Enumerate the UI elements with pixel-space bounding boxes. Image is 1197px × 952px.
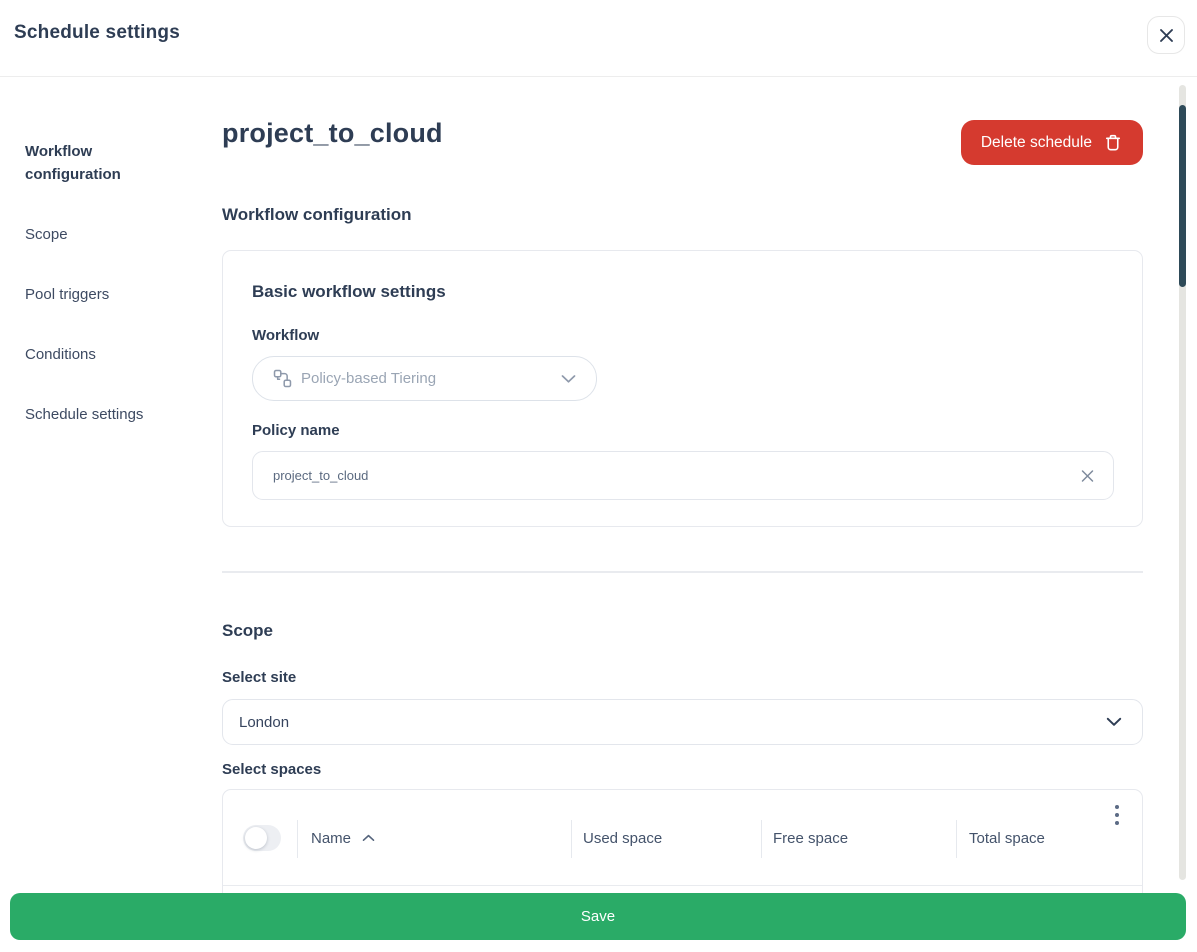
spaces-table: Name Used space Free space Total space xyxy=(222,789,1143,893)
spaces-table-header-row: Name Used space Free space Total space xyxy=(223,790,1142,886)
kebab-menu-icon[interactable] xyxy=(1106,798,1128,832)
save-button[interactable]: Save xyxy=(10,893,1186,940)
close-button[interactable] xyxy=(1147,16,1185,54)
workflow-icon xyxy=(273,369,292,388)
page-title-row: project_to_cloud Delete schedule xyxy=(222,118,1143,165)
workflow-configuration-heading: Workflow configuration xyxy=(222,205,412,225)
workflow-select-value: Policy-based Tiering xyxy=(301,370,436,387)
site-select[interactable]: London xyxy=(222,699,1143,745)
nav-item-workflow-configuration[interactable]: Workflow configuration xyxy=(0,140,185,186)
workflow-select[interactable]: Policy-based Tiering xyxy=(252,356,597,401)
column-divider xyxy=(956,820,957,858)
nav-item-conditions[interactable]: Conditions xyxy=(0,343,185,366)
card-heading: Basic workflow settings xyxy=(252,282,1113,302)
settings-nav: Workflow configuration Scope Pool trigge… xyxy=(0,77,210,426)
column-header-free-space[interactable]: Free space xyxy=(773,790,848,886)
chevron-down-icon xyxy=(1106,717,1122,727)
workflow-field-label: Workflow xyxy=(252,327,1113,344)
column-header-name-label: Name xyxy=(311,830,351,847)
basic-workflow-settings-card: Basic workflow settings Workflow Policy-… xyxy=(222,250,1143,527)
policy-name-field-label: Policy name xyxy=(252,422,1113,439)
chevron-down-icon xyxy=(561,374,576,383)
trash-icon xyxy=(1103,132,1123,153)
scrollbar-thumb[interactable] xyxy=(1179,105,1186,287)
scope-heading: Scope xyxy=(222,621,273,641)
site-select-value: London xyxy=(239,714,289,731)
schedule-settings-modal: Schedule settings Workflow configuration… xyxy=(0,0,1197,952)
modal-title: Schedule settings xyxy=(14,22,180,44)
clear-input-icon[interactable] xyxy=(1080,468,1095,483)
delete-schedule-button-label: Delete schedule xyxy=(981,134,1092,152)
modal-header: Schedule settings xyxy=(0,0,1197,77)
column-header-used-space[interactable]: Used space xyxy=(583,790,662,886)
page-title: project_to_cloud xyxy=(222,118,443,149)
sort-ascending-icon xyxy=(362,834,375,842)
nav-item-pool-triggers[interactable]: Pool triggers xyxy=(0,283,185,306)
select-site-label: Select site xyxy=(222,669,296,686)
column-divider xyxy=(761,820,762,858)
column-header-total-space[interactable]: Total space xyxy=(969,790,1045,886)
nav-item-scope[interactable]: Scope xyxy=(0,223,185,246)
column-divider xyxy=(571,820,572,858)
policy-name-value: project_to_cloud xyxy=(273,468,368,483)
select-spaces-label: Select spaces xyxy=(222,761,321,778)
column-header-name[interactable]: Name xyxy=(311,790,375,886)
section-divider xyxy=(222,571,1143,573)
close-icon xyxy=(1158,27,1175,44)
select-all-toggle[interactable] xyxy=(243,825,281,851)
policy-name-input[interactable]: project_to_cloud xyxy=(252,451,1114,500)
delete-schedule-button[interactable]: Delete schedule xyxy=(961,120,1143,165)
column-divider xyxy=(297,820,298,858)
toggle-knob xyxy=(245,827,267,849)
nav-item-schedule-settings[interactable]: Schedule settings xyxy=(0,403,185,426)
